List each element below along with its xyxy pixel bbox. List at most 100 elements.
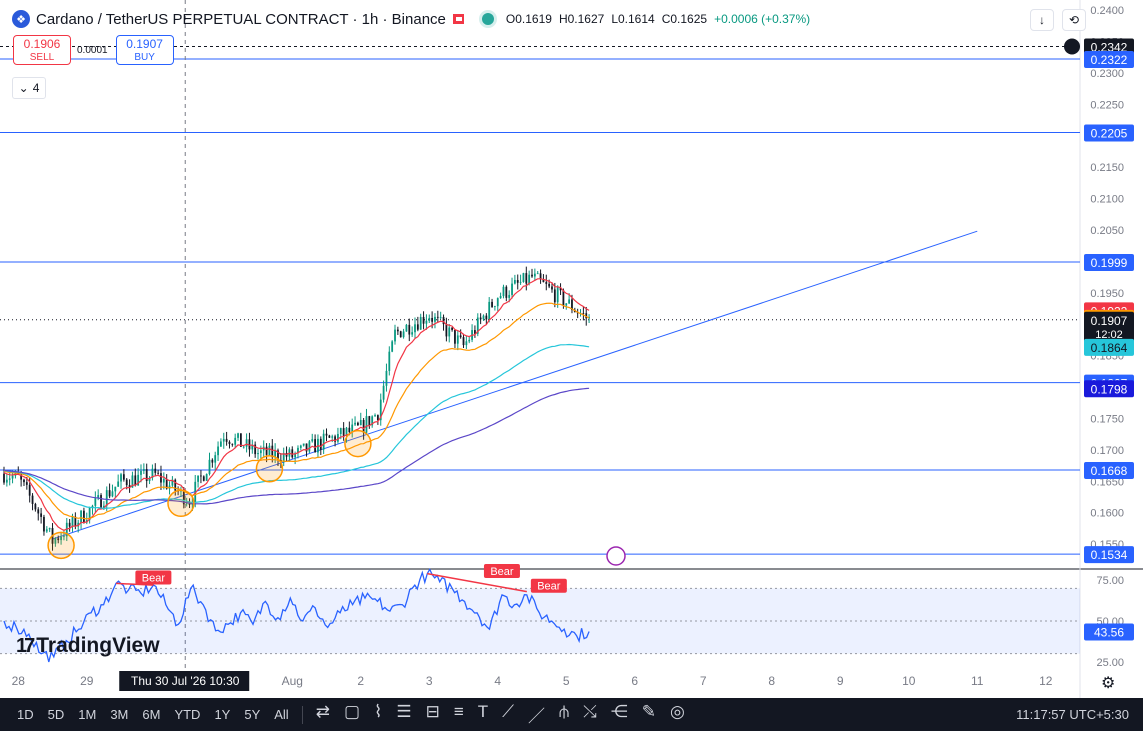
pitchfork-icon[interactable]: ⫛ — [552, 702, 576, 727]
compare-icon[interactable]: ⇄ — [309, 702, 337, 727]
candle-body — [302, 443, 305, 446]
candle-body — [200, 475, 202, 477]
candle-body — [416, 324, 419, 330]
highlight-circle[interactable] — [47, 531, 75, 560]
x-tick-label: 2 — [357, 674, 364, 688]
y-tick-label: 0.2250 — [1090, 99, 1124, 111]
indicators-toggle[interactable]: ⌄ 4 — [12, 77, 46, 99]
chart-canvas[interactable]: 0.24000.23500.23000.22500.22000.21500.21… — [0, 0, 1143, 698]
candle-body — [31, 495, 34, 504]
close-value: C0.1625 — [661, 12, 708, 26]
clock[interactable]: 11:17:57 UTC+5:30 — [1016, 707, 1129, 722]
candle-body — [71, 516, 74, 527]
trendline-icon[interactable]: ⟋ — [495, 702, 521, 727]
ema-line-2[interactable] — [3, 302, 590, 520]
candle-body — [414, 324, 416, 333]
range-5d[interactable]: 5D — [41, 707, 72, 722]
candle-body — [68, 522, 71, 527]
rectangle-icon[interactable]: ▢ — [337, 702, 367, 727]
candle-body — [562, 290, 565, 306]
low-value: L0.1614 — [611, 12, 655, 26]
arrow-down-icon[interactable]: ↓ — [1030, 9, 1054, 31]
candle-body — [94, 498, 97, 506]
candle-body — [545, 282, 548, 284]
tradingview-mark-icon: 17 — [16, 634, 35, 657]
candle-body — [508, 294, 511, 298]
bear-label: Bear — [142, 573, 166, 585]
fib-icon[interactable]: ☰ — [389, 702, 418, 727]
candle-body — [454, 329, 456, 344]
candle-body — [362, 419, 365, 433]
ema-line-4[interactable] — [3, 387, 590, 505]
settings-gear-icon[interactable]: ⚙ — [1101, 673, 1115, 693]
candle-body — [436, 316, 439, 318]
candle-body — [516, 280, 519, 283]
price-label: 0.1798 — [1091, 382, 1128, 396]
highlight-circle[interactable] — [167, 489, 195, 518]
drawing-tools: ⇄ ▢ ⌇ ☰ ⊟ ≡ T ⟋ ／ ⫛ ⤯ ⋲ ✎ ◎ — [309, 702, 692, 727]
candle-body — [222, 438, 225, 442]
candle-body — [505, 286, 508, 298]
price-label: 0.1864 — [1091, 341, 1128, 355]
candle-body — [491, 301, 493, 307]
range-1m[interactable]: 1M — [71, 707, 103, 722]
candle-body — [157, 472, 160, 474]
range-1d[interactable]: 1D — [10, 707, 41, 722]
candle-body — [496, 298, 499, 307]
ema-line-3[interactable] — [3, 343, 590, 510]
candle-body — [40, 513, 43, 517]
candle-body — [451, 327, 453, 330]
polyline-icon[interactable]: ⤯ — [576, 702, 604, 727]
candle-body — [265, 446, 268, 455]
candle-body — [459, 335, 462, 338]
range-6m[interactable]: 6M — [135, 707, 167, 722]
flag-icon[interactable] — [452, 13, 466, 25]
highlight-circle[interactable] — [255, 454, 284, 483]
lightning-icon[interactable] — [606, 546, 626, 566]
chart-area[interactable]: 0.24000.23500.23000.22500.22000.21500.21… — [0, 0, 1143, 731]
candle-body — [533, 273, 536, 277]
candle-body — [376, 415, 379, 421]
x-tick-label: 29 — [80, 674, 94, 688]
brush-icon[interactable]: ✎ — [635, 702, 663, 727]
ema-line-1[interactable] — [3, 278, 590, 532]
long-position-icon[interactable]: ⊟ — [419, 702, 447, 727]
candle-body — [494, 306, 496, 307]
x-tick-label: 9 — [837, 674, 844, 688]
sell-button[interactable]: 0.1906 SELL — [13, 35, 71, 65]
sell-price: 0.1906 — [23, 37, 61, 51]
range-3m[interactable]: 3M — [103, 707, 135, 722]
range-all[interactable]: All — [267, 707, 295, 722]
candle-body — [582, 313, 585, 314]
parallel-channel-icon[interactable]: ≡ — [447, 702, 471, 727]
range-5y[interactable]: 5Y — [237, 707, 267, 722]
text-icon[interactable]: T — [471, 702, 495, 727]
top-right-controls: ↓ ⟲ — [1030, 9, 1086, 31]
rsi-tick-label: 25.00 — [1096, 657, 1124, 669]
projection-icon[interactable]: ⋲ — [604, 702, 635, 727]
candle-body — [499, 296, 502, 299]
candle-body — [3, 473, 5, 483]
candle-body — [8, 478, 11, 480]
refresh-icon[interactable]: ⟲ — [1062, 9, 1086, 31]
candle-body — [319, 438, 322, 450]
x-tick-label: 10 — [902, 674, 916, 688]
candle-body — [428, 317, 431, 321]
candle-body — [448, 327, 451, 337]
highlight-circle[interactable] — [344, 429, 372, 458]
candle-body — [142, 469, 145, 471]
y-tick-label: 0.1750 — [1090, 413, 1124, 425]
buy-button[interactable]: 0.1907 BUY — [115, 35, 174, 65]
line-icon[interactable]: ／ — [521, 702, 552, 727]
candle-body — [391, 341, 394, 352]
range-1y[interactable]: 1Y — [207, 707, 237, 722]
candle-body — [205, 474, 208, 481]
path-icon[interactable]: ⌇ — [367, 702, 389, 727]
price-label: 0.2205 — [1091, 127, 1128, 141]
add-alert-icon[interactable] — [1064, 38, 1080, 55]
measure-icon[interactable]: ◎ — [663, 702, 692, 727]
candle-body — [359, 419, 362, 426]
range-ytd[interactable]: YTD — [167, 707, 207, 722]
symbol-title[interactable]: Cardano / TetherUS PERPETUAL CONTRACT · … — [36, 11, 446, 28]
candle-body — [556, 287, 559, 303]
